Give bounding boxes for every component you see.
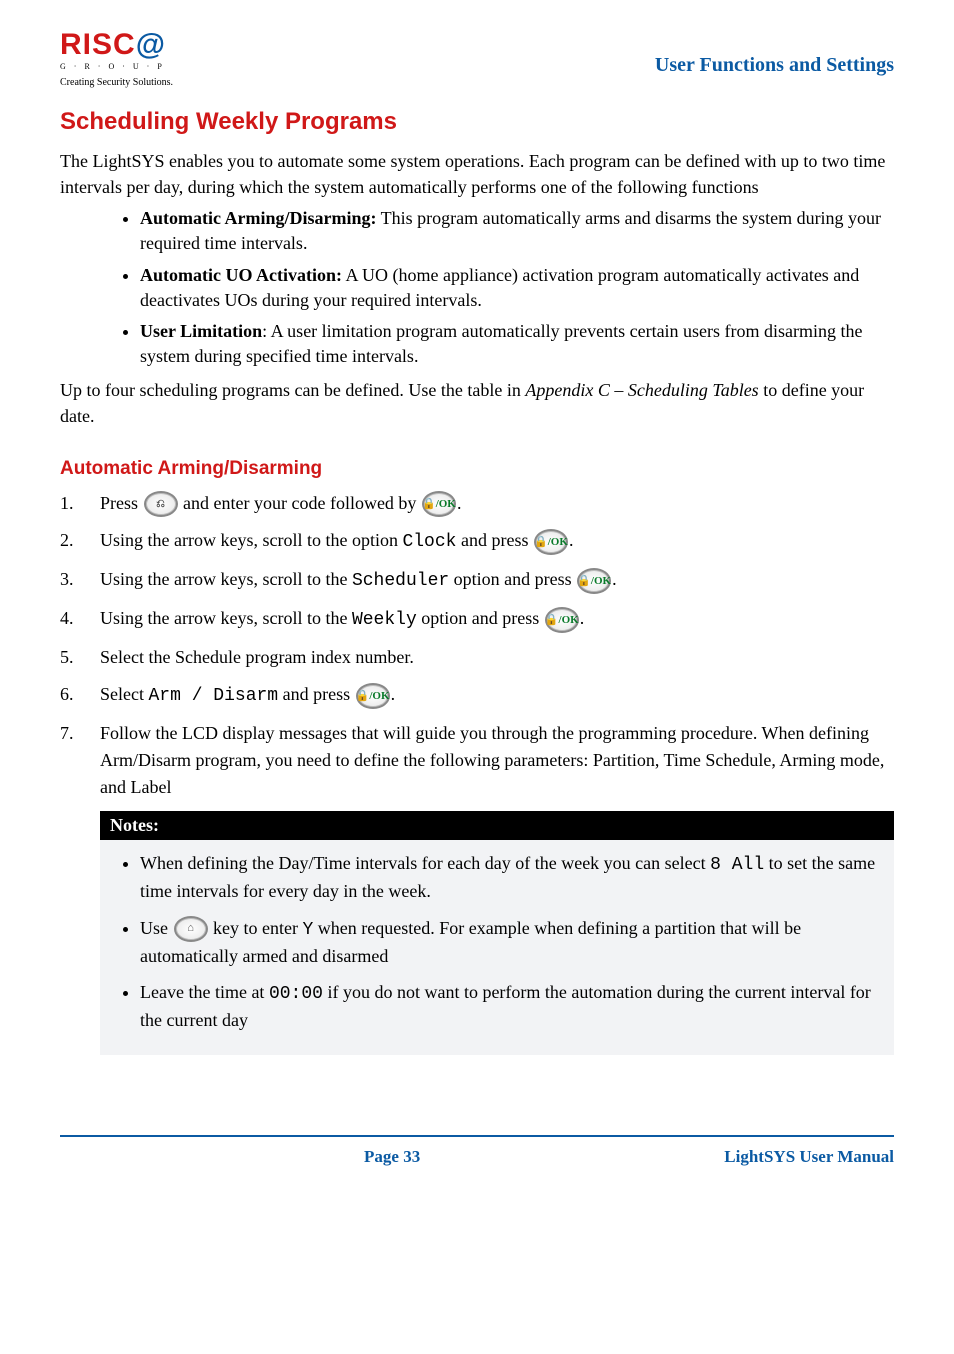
logo-group-text: G · R · O · U · P (60, 62, 165, 71)
logo-tagline: Creating Security Solutions. (60, 77, 173, 88)
section-title: User Functions and Settings (655, 30, 894, 77)
heading-auto-arm: Automatic Arming/Disarming (60, 458, 894, 480)
text-run: Up to four scheduling programs can be de… (60, 380, 525, 400)
ok-key-icon: 🔒/OK (356, 683, 390, 709)
text-run: and press (456, 530, 532, 550)
text-run: option and press (449, 569, 576, 589)
notes-heading: Notes: (100, 811, 894, 840)
text-run: Using the arrow keys, scroll to the (100, 569, 352, 589)
text-run: Select (100, 684, 148, 704)
menu-option-scheduler: Scheduler (352, 571, 449, 591)
text-run: Using the arrow keys, scroll to the (100, 608, 352, 628)
text-run: . (391, 684, 396, 704)
text-run: option and press (417, 608, 544, 628)
after-bullets-paragraph: Up to four scheduling programs can be de… (60, 377, 894, 429)
page-number: Page 33 (60, 1147, 724, 1167)
text-run: and enter your code followed by (179, 493, 421, 513)
menu-option-clock: Clock (402, 532, 456, 552)
ok-key-icon: 🔒/OK (534, 529, 568, 555)
text-run: When defining the Day/Time intervals for… (140, 853, 710, 873)
step-item: Using the arrow keys, scroll to the Sche… (60, 566, 894, 595)
ok-key-icon: 🔒/OK (422, 491, 456, 517)
text-run: . (457, 493, 462, 513)
text-run: Using the arrow keys, scroll to the opti… (100, 530, 402, 550)
menu-option-arm-disarm: Arm / Disarm (148, 686, 278, 706)
intro-paragraph: The LightSYS enables you to automate som… (60, 148, 894, 200)
text-run: Use (140, 918, 173, 938)
text-run: Leave the time at (140, 982, 269, 1002)
page-header: RISC@ G · R · O · U · P Creating Securit… (60, 30, 894, 88)
logo-at-icon: @ (136, 30, 166, 60)
ok-key-icon: 🔒/OK (545, 607, 579, 633)
code-y: Y (302, 920, 313, 940)
code-8-all: 8 All (710, 855, 764, 875)
appendix-reference: Appendix C – Scheduling Tables (525, 380, 758, 400)
step-item: Press ⎌ and enter your code followed by … (60, 490, 894, 518)
text-run: . (580, 608, 585, 628)
text-run: and press (278, 684, 354, 704)
step-item: Select Arm / Disarm and press 🔒/OK. (60, 681, 894, 710)
text-run: Follow the LCD display messages that wil… (100, 720, 894, 801)
step-item: Using the arrow keys, scroll to the opti… (60, 527, 894, 556)
note-item: When defining the Day/Time intervals for… (140, 850, 880, 904)
note-item: Leave the time at 00:00 if you do not wa… (140, 979, 880, 1033)
list-item: Automatic UO Activation: A UO (home appl… (140, 263, 894, 313)
ok-key-icon: 🔒/OK (577, 568, 611, 594)
steps-list: Press ⎌ and enter your code followed by … (60, 490, 894, 802)
notes-block: Notes: When defining the Day/Time interv… (100, 811, 894, 1055)
list-item: Automatic Arming/Disarming: This program… (140, 206, 894, 256)
logo-text: RISC (60, 28, 136, 61)
step-item: Follow the LCD display messages that wil… (60, 720, 894, 801)
text-run: Select the Schedule program index number… (100, 644, 894, 671)
menu-option-weekly: Weekly (352, 610, 417, 630)
bullet-label: User Limitation (140, 321, 262, 341)
text-run: key to enter (209, 918, 303, 938)
brand-logo: RISC@ G · R · O · U · P Creating Securit… (60, 30, 173, 88)
page-footer: Page 33 LightSYS User Manual (60, 1135, 894, 1167)
bullet-label: Automatic UO Activation: (140, 265, 342, 285)
heading-scheduling: Scheduling Weekly Programs (60, 108, 894, 136)
step-item: Using the arrow keys, scroll to the Week… (60, 605, 894, 634)
text-run: Press (100, 493, 143, 513)
stay-key-icon: ⌂ (174, 916, 208, 942)
code-time-zero: 00:00 (269, 984, 323, 1004)
text-run: . (569, 530, 574, 550)
text-run: . (612, 569, 617, 589)
notes-body: When defining the Day/Time intervals for… (100, 840, 894, 1055)
note-item: Use ⌂ key to enter Y when requested. For… (140, 915, 880, 969)
manual-title: LightSYS User Manual (724, 1147, 894, 1167)
back-key-icon: ⎌ (144, 491, 178, 517)
function-list: Automatic Arming/Disarming: This program… (60, 206, 894, 369)
bullet-label: Automatic Arming/Disarming: (140, 208, 376, 228)
step-item: Select the Schedule program index number… (60, 644, 894, 671)
list-item: User Limitation: A user limitation progr… (140, 319, 894, 369)
